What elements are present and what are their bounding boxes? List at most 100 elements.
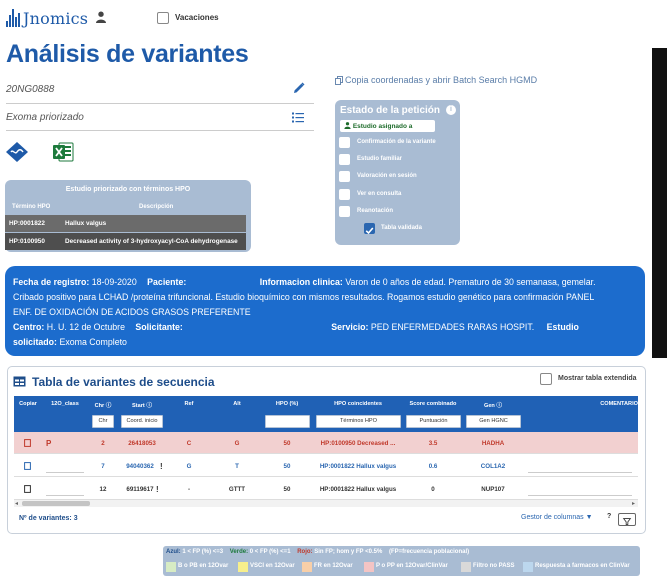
copy-icon[interactable] [24,439,31,447]
external-tool-icon[interactable] [6,142,28,162]
estudio-value: Exoma Completo [59,337,127,347]
comment-underline [528,472,632,473]
legend-item: FR en 12Ovar [314,563,353,569]
col-ref[interactable]: Ref [166,401,212,407]
legend-swatch [364,562,374,572]
legend-azul: Azul: [166,549,181,555]
col-score[interactable]: Score combinado [404,401,462,407]
filter-button[interactable] [618,513,636,526]
col-comentario[interactable]: COMENTARIO [560,401,638,407]
hpo-term: HP:0001822 [9,220,45,227]
legend-swatch [523,562,533,572]
table-icon [13,376,26,387]
col-chr[interactable]: Chr ⓘ [89,401,117,409]
app-logo[interactable]: Jnomics [6,6,88,30]
status-label: Tabla validada [381,225,422,231]
user-icon[interactable] [96,11,106,23]
col-alt[interactable]: Alt [214,401,260,407]
info-icon: ⓘ [105,403,112,409]
logo-bars-icon [6,9,20,27]
cell-gene: COL1A2 [480,463,506,470]
column-manager-button[interactable]: Gestor de columnas ▼ [521,514,593,521]
hpo-col-desc: Descripción [139,204,174,210]
col-hpo-pct[interactable]: HPO (%) [262,401,312,407]
sample-id: 20NG0888 [6,84,55,95]
cell-alt: G [234,440,240,447]
filter-hpo-pct[interactable] [265,415,310,428]
cell-alt: T [235,463,239,470]
hpo-term: HP:0100950 [9,238,45,245]
vacaciones-label: Vacaciones [175,13,219,22]
status-checkbox-reanotacion[interactable] [339,206,350,217]
legend-rojo-text: Sin FP; hom y FP <0.5% [314,549,383,555]
col-start[interactable]: Start ⓘ [120,401,164,409]
filter-start[interactable]: Coord. inicio [121,415,163,428]
col-class[interactable]: 12O_class [44,401,86,407]
legend-item: Filtro no PASS [473,563,515,569]
cell-start: 94040362 [126,463,154,470]
cell-gene: HADHA [481,440,505,447]
info-icon: ⓘ [146,403,152,409]
scroll-right-arrow-icon[interactable]: ▸ [632,500,635,507]
filter-score[interactable]: Puntuación [406,415,461,428]
status-label: Reanotación [357,208,394,214]
legend-item: VSCI en 12Ovar [250,563,295,569]
filter-hpo-terms[interactable]: Términos HPO [316,415,401,428]
status-checkbox-familiar[interactable] [339,154,350,165]
vacaciones-checkbox[interactable] [157,12,169,24]
filter-gen[interactable]: Gen HGNC [466,415,521,428]
list-icon[interactable] [292,112,304,123]
filter-chr[interactable]: Chr [92,415,114,428]
logo-text: Jnomics [23,8,89,28]
legend-rojo: Rojo: [297,549,313,555]
hpo-desc: Hallux valgus [65,220,107,227]
excel-icon[interactable] [52,141,74,163]
info-icon[interactable]: i [446,105,456,115]
window-edge [652,48,667,358]
hpo-row: HP:0100950 Decreased activity of 3-hydro… [5,233,246,250]
extended-table-checkbox[interactable] [540,373,552,385]
status-checkbox-confirmacion[interactable] [339,137,350,148]
scrollbar-thumb[interactable] [22,501,90,506]
status-checkbox-consulta[interactable] [339,189,350,200]
col-chr-label: Chr [94,403,105,409]
col-gen[interactable]: Gen ⓘ [464,401,522,409]
copy-icon[interactable] [335,76,343,85]
cell-hpo-match: HP:0001822 Hallux valgus [319,463,397,470]
request-status-title: Estado de la petición [340,105,441,116]
cell-hpo-match: HP:0100950 Decreased ... [320,440,396,447]
copy-coords-hgmd-link[interactable]: Copia coordenadas y abrir Batch Search H… [345,75,537,85]
clinica-value: Varon de 0 años de edad. Prematuro de 30… [345,277,596,287]
status-checkbox-tabla-validada[interactable] [364,223,375,235]
scroll-left-arrow-icon[interactable]: ◂ [15,500,18,507]
cell-hpo-pct: 50 [283,440,291,447]
estudio-label: solicitado: [13,337,57,347]
info-line-2: Cribado positivo para LCHAD /proteína tr… [13,292,595,302]
assigned-badge-label: Estudio asignado a [352,123,413,130]
legend-item: B o PB en 12Ovar [178,563,229,569]
status-checkbox-sesion[interactable] [339,171,350,182]
status-label: Confirmación de la variante [357,139,436,145]
fecha-label: Fecha de registro: [13,277,90,287]
hpo-table-header: Término HPO Descripción [5,202,251,214]
col-hpo-match[interactable]: HPO coincidentes [314,401,402,407]
cell-chr: 2 [101,440,105,447]
check-icon [365,227,374,235]
legend-item: P o PP en 12Ovar/ClinVar [376,563,448,569]
cell-chr: 7 [101,463,105,470]
variant-count: Nº de variantes: 3 [19,515,78,522]
table-horizontal-scrollbar[interactable] [14,500,638,507]
col-copiar[interactable]: Copiar [15,401,41,407]
col-start-label: Start [132,403,145,409]
field-divider [6,103,314,104]
pencil-icon[interactable] [293,82,305,94]
info-line-1: Fecha de registro: 18-09-2020 Paciente: … [13,275,637,290]
assigned-badge[interactable]: Estudio asignado a [340,120,435,132]
copy-icon[interactable] [24,462,31,470]
page-title: Análisis de variantes [6,40,249,68]
help-icon[interactable]: ? [607,513,611,520]
legend-swatch [166,562,176,572]
warning-icon: ! [156,485,159,494]
copy-icon[interactable] [24,485,31,493]
cell-ref: - [187,486,191,493]
